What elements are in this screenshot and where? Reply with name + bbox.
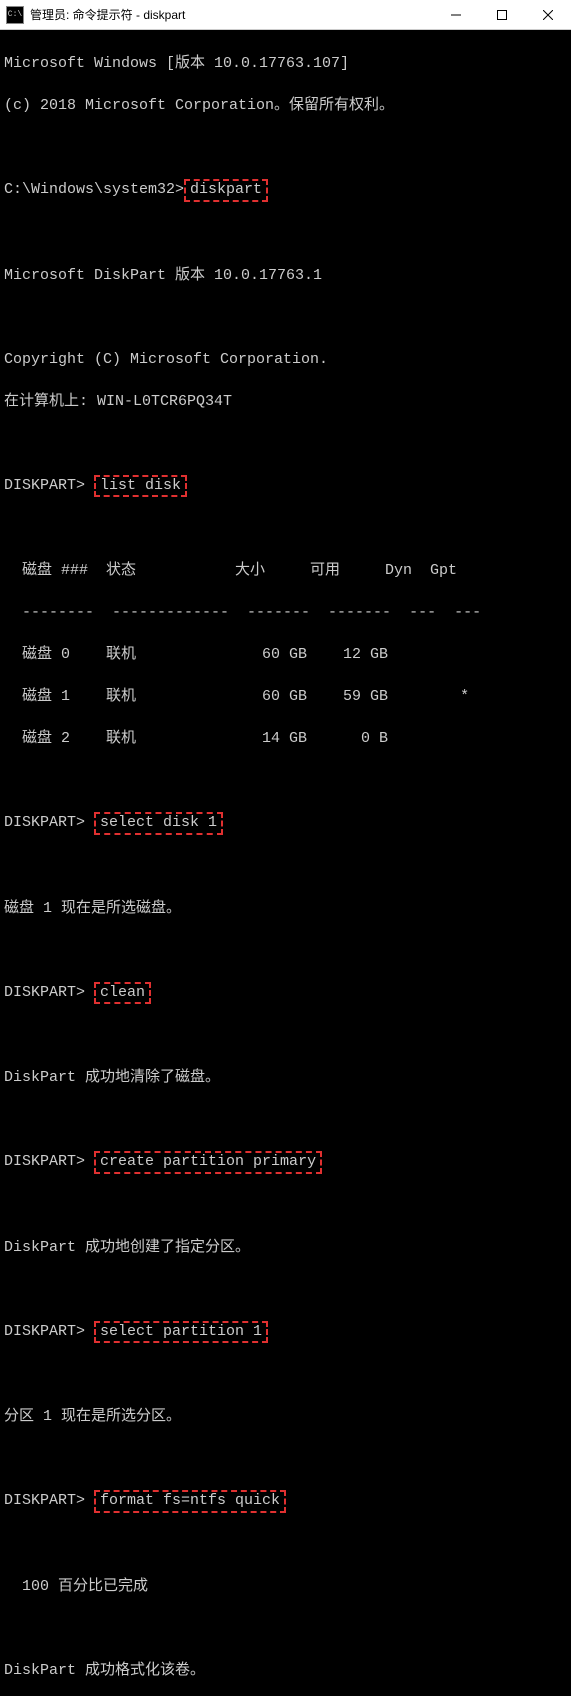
command-highlight-list-disk: list disk — [94, 475, 187, 498]
prompt-line: C:\Windows\system32>diskpart — [4, 179, 567, 202]
blank-line — [4, 856, 567, 877]
close-button[interactable] — [525, 0, 571, 30]
text-line: (c) 2018 Microsoft Corporation。保留所有权利。 — [4, 95, 567, 116]
window-title: 管理员: 命令提示符 - diskpart — [30, 6, 433, 23]
window-controls — [433, 0, 571, 30]
command-highlight-format: format fs=ntfs quick — [94, 1490, 286, 1513]
diskpart-prompt: DISKPART> — [4, 984, 85, 1001]
text-line: 分区 1 现在是所选分区。 — [4, 1406, 567, 1427]
minimize-button[interactable] — [433, 0, 479, 30]
disk-table-row: 磁盘 0 联机 60 GB 12 GB — [4, 644, 567, 665]
text-line: 100 百分比已完成 — [4, 1576, 567, 1597]
window-titlebar: C:\ 管理员: 命令提示符 - diskpart — [0, 0, 571, 30]
blank-line — [4, 1025, 567, 1046]
maximize-button[interactable] — [479, 0, 525, 30]
prompt-line: DISKPART> list disk — [4, 475, 567, 498]
disk-table-row: 磁盘 2 联机 14 GB 0 B — [4, 728, 567, 749]
command-highlight-diskpart: diskpart — [184, 179, 268, 202]
blank-line — [4, 1279, 567, 1300]
text-line: Microsoft DiskPart 版本 10.0.17763.1 — [4, 265, 567, 286]
blank-line — [4, 307, 567, 328]
disk-table-header: 磁盘 ### 状态 大小 可用 Dyn Gpt — [4, 560, 567, 581]
blank-line — [4, 1534, 567, 1555]
prompt-line: DISKPART> format fs=ntfs quick — [4, 1490, 567, 1513]
blank-line — [4, 1195, 567, 1216]
command-highlight-select-disk: select disk 1 — [94, 812, 223, 835]
blank-line — [4, 223, 567, 244]
blank-line — [4, 1364, 567, 1385]
disk-table-row: 磁盘 1 联机 60 GB 59 GB * — [4, 686, 567, 707]
blank-line — [4, 1618, 567, 1639]
disk-table-divider: -------- ------------- ------- ------- -… — [4, 602, 567, 623]
command-highlight-select-partition: select partition 1 — [94, 1321, 268, 1344]
text-line: Copyright (C) Microsoft Corporation. — [4, 349, 567, 370]
prompt-line: DISKPART> clean — [4, 982, 567, 1005]
command-highlight-create-partition: create partition primary — [94, 1151, 322, 1174]
text-line: Microsoft Windows [版本 10.0.17763.107] — [4, 53, 567, 74]
text-line: DiskPart 成功地创建了指定分区。 — [4, 1237, 567, 1258]
prompt-line: DISKPART> select disk 1 — [4, 812, 567, 835]
prompt-line: DISKPART> select partition 1 — [4, 1321, 567, 1344]
blank-line — [4, 518, 567, 539]
blank-line — [4, 1109, 567, 1130]
prompt-line: DISKPART> create partition primary — [4, 1151, 567, 1174]
blank-line — [4, 1448, 567, 1469]
text-line: 磁盘 1 现在是所选磁盘。 — [4, 898, 567, 919]
diskpart-prompt: DISKPART> — [4, 1492, 85, 1509]
blank-line — [4, 940, 567, 961]
blank-line — [4, 137, 567, 158]
text-line: 在计算机上: WIN-L0TCR6PQ34T — [4, 391, 567, 412]
blank-line — [4, 770, 567, 791]
text-line: DiskPart 成功地清除了磁盘。 — [4, 1067, 567, 1088]
diskpart-prompt: DISKPART> — [4, 814, 85, 831]
text-line: DiskPart 成功格式化该卷。 — [4, 1660, 567, 1681]
diskpart-prompt: DISKPART> — [4, 1323, 85, 1340]
prompt-path: C:\Windows\system32> — [4, 181, 184, 198]
diskpart-prompt: DISKPART> — [4, 477, 85, 494]
terminal-output[interactable]: Microsoft Windows [版本 10.0.17763.107] (c… — [0, 30, 571, 1696]
diskpart-prompt: DISKPART> — [4, 1153, 85, 1170]
command-highlight-clean: clean — [94, 982, 151, 1005]
blank-line — [4, 433, 567, 454]
cmd-icon: C:\ — [6, 6, 24, 24]
